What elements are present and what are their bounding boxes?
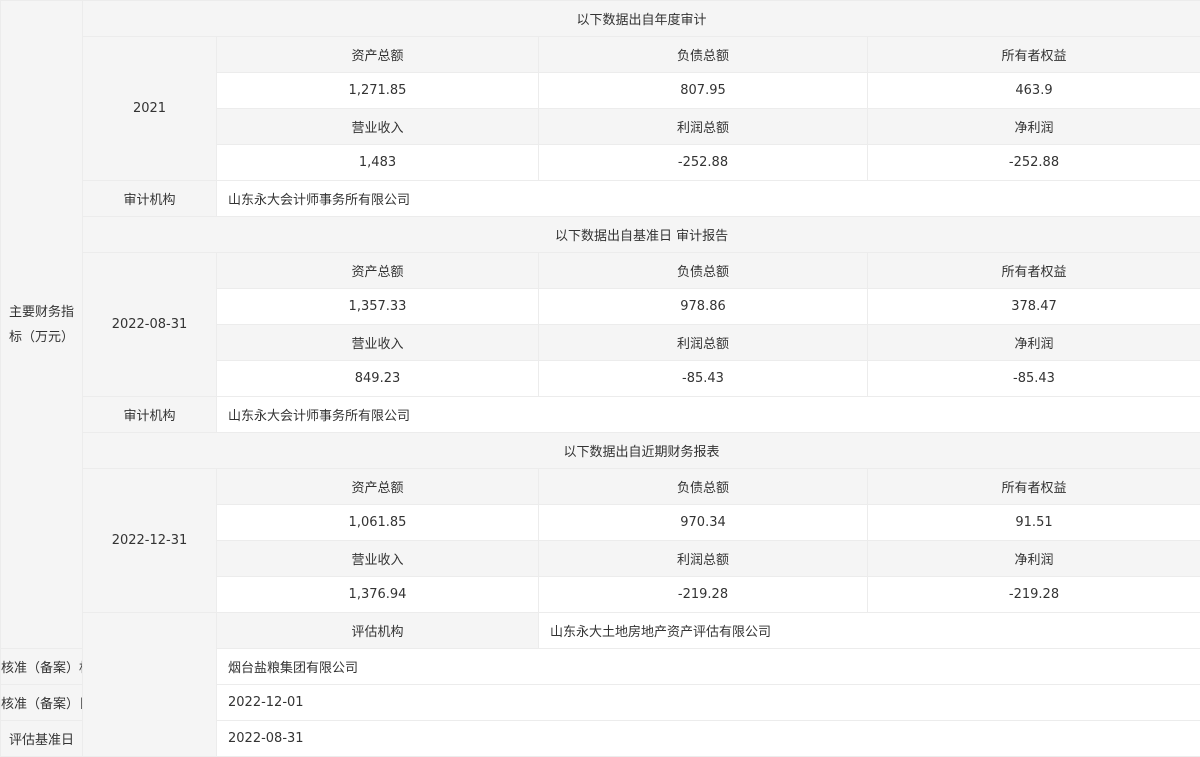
liabilities-label: 负债总额 bbox=[539, 469, 868, 505]
approval-org-label: 核准（备案）机构 bbox=[1, 649, 83, 685]
section-1-header: 以下数据出自年度审计 bbox=[83, 1, 1200, 37]
appraisal-org-value: 山东永大土地房地产资产评估有限公司 bbox=[539, 613, 1200, 649]
section-3-header: 以下数据出自近期财务报表 bbox=[83, 433, 1200, 469]
revenue-label: 营业收入 bbox=[217, 325, 539, 361]
footer-side-blank bbox=[83, 613, 217, 757]
equity-label: 所有者权益 bbox=[868, 37, 1200, 73]
section-1-audit-org: 山东永大会计师事务所有限公司 bbox=[217, 181, 1200, 217]
appraisal-org-label: 评估机构 bbox=[217, 613, 539, 649]
base-date-value: 2022-08-31 bbox=[217, 721, 1200, 757]
footer-row-appraisal-org: 评估机构 山东永大土地房地产资产评估有限公司 bbox=[1, 613, 1200, 649]
approval-date-value: 2022-12-01 bbox=[217, 685, 1200, 721]
section-2-total-profit: -85.43 bbox=[539, 361, 868, 397]
section-3-liabilities: 970.34 bbox=[539, 505, 868, 541]
section-2-liabilities: 978.86 bbox=[539, 289, 868, 325]
assets-label: 资产总额 bbox=[217, 253, 539, 289]
section-3-equity: 91.51 bbox=[868, 505, 1200, 541]
total-profit-label: 利润总额 bbox=[539, 325, 868, 361]
assets-label: 资产总额 bbox=[217, 37, 539, 73]
liabilities-label: 负债总额 bbox=[539, 253, 868, 289]
section-1-net-profit: -252.88 bbox=[868, 145, 1200, 181]
section-2-equity: 378.47 bbox=[868, 289, 1200, 325]
section-1-total-profit: -252.88 bbox=[539, 145, 868, 181]
revenue-label: 营业收入 bbox=[217, 109, 539, 145]
equity-label: 所有者权益 bbox=[868, 469, 1200, 505]
net-profit-label: 净利润 bbox=[868, 109, 1200, 145]
audit-org-label: 审计机构 bbox=[83, 397, 217, 433]
section-1-liabilities: 807.95 bbox=[539, 73, 868, 109]
audit-org-label: 审计机构 bbox=[83, 181, 217, 217]
section-2-audit-org: 山东永大会计师事务所有限公司 bbox=[217, 397, 1200, 433]
approval-org-value: 烟台盐粮集团有限公司 bbox=[217, 649, 1200, 685]
total-profit-label: 利润总额 bbox=[539, 541, 868, 577]
liabilities-label: 负债总额 bbox=[539, 37, 868, 73]
section-3-assets: 1,061.85 bbox=[217, 505, 539, 541]
section-3-revenue: 1,376.94 bbox=[217, 577, 539, 613]
section-3-label-row-1: 2022-12-31 资产总额 负债总额 所有者权益 bbox=[1, 469, 1200, 505]
section-2-period: 2022-08-31 bbox=[83, 253, 217, 397]
section-1-header-row: 主要财务指标（万元） 以下数据出自年度审计 bbox=[1, 1, 1200, 37]
section-2-header: 以下数据出自基准日 审计报告 bbox=[83, 217, 1200, 253]
section-1-equity: 463.9 bbox=[868, 73, 1200, 109]
section-3-total-profit: -219.28 bbox=[539, 577, 868, 613]
equity-label: 所有者权益 bbox=[868, 253, 1200, 289]
section-3-net-profit: -219.28 bbox=[868, 577, 1200, 613]
section-1-assets: 1,271.85 bbox=[217, 73, 539, 109]
section-2-revenue: 849.23 bbox=[217, 361, 539, 397]
financial-indicators-table: 主要财务指标（万元） 以下数据出自年度审计 2021 资产总额 负债总额 所有者… bbox=[0, 0, 1200, 757]
section-2-net-profit: -85.43 bbox=[868, 361, 1200, 397]
section-1-period: 2021 bbox=[83, 37, 217, 181]
total-profit-label: 利润总额 bbox=[539, 109, 868, 145]
section-3-header-row: 以下数据出自近期财务报表 bbox=[1, 433, 1200, 469]
revenue-label: 营业收入 bbox=[217, 541, 539, 577]
section-2-header-row: 以下数据出自基准日 审计报告 bbox=[1, 217, 1200, 253]
section-1-revenue: 1,483 bbox=[217, 145, 539, 181]
base-date-label: 评估基准日 bbox=[1, 721, 83, 757]
approval-date-label: 核准（备案）日期 bbox=[1, 685, 83, 721]
section-3-period: 2022-12-31 bbox=[83, 469, 217, 613]
section-2-assets: 1,357.33 bbox=[217, 289, 539, 325]
net-profit-label: 净利润 bbox=[868, 541, 1200, 577]
section-2-label-row-1: 2022-08-31 资产总额 负债总额 所有者权益 bbox=[1, 253, 1200, 289]
section-1-audit-row: 审计机构 山东永大会计师事务所有限公司 bbox=[1, 181, 1200, 217]
net-profit-label: 净利润 bbox=[868, 325, 1200, 361]
assets-label: 资产总额 bbox=[217, 469, 539, 505]
section-1-label-row-1: 2021 资产总额 负债总额 所有者权益 bbox=[1, 37, 1200, 73]
financial-indicators-label: 主要财务指标（万元） bbox=[1, 1, 83, 649]
section-2-audit-row: 审计机构 山东永大会计师事务所有限公司 bbox=[1, 397, 1200, 433]
